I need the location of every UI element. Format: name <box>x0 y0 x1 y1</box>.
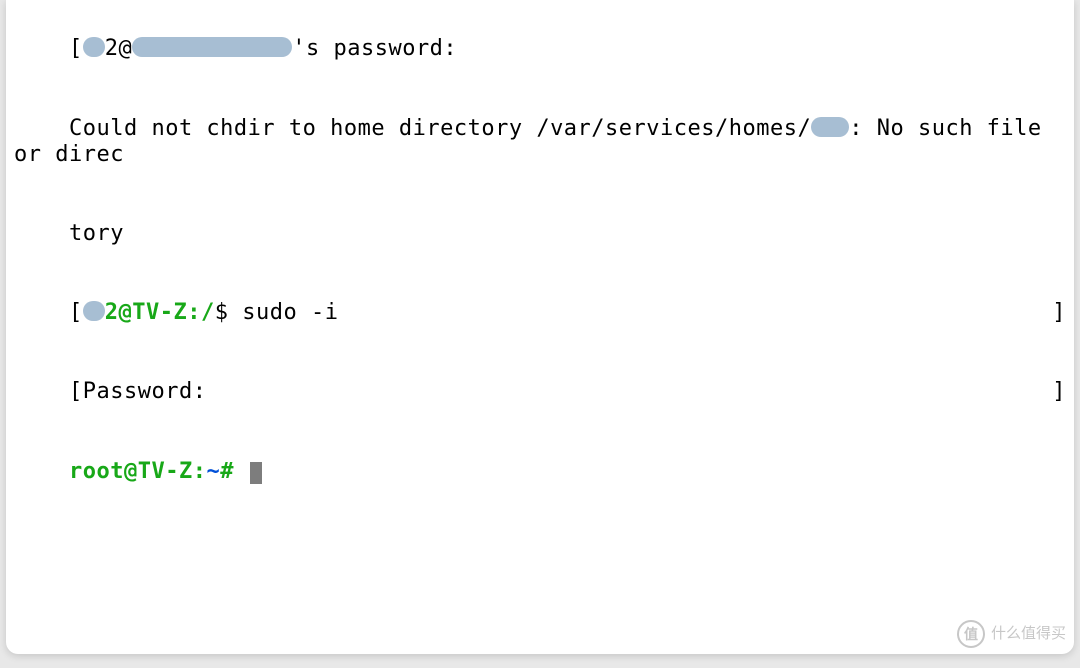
bracket-right: ] <box>1052 300 1066 326</box>
watermark-text: 什么值得买 <box>991 625 1066 643</box>
terminal-line-4: [2@TV-Z:/$ sudo -i] <box>14 274 1066 353</box>
prompt-dollar: $ <box>215 300 243 325</box>
redacted-text <box>83 301 105 321</box>
prompt-hash: # <box>220 459 248 484</box>
bracket-left: [ <box>69 379 83 404</box>
terminal-line-3: tory <box>14 195 1066 274</box>
prompt-colon: : <box>193 459 207 484</box>
bracket-left: [ <box>69 36 83 61</box>
terminal-line-2: Could not chdir to home directory /var/s… <box>14 89 1066 195</box>
command-text: sudo -i <box>242 300 338 325</box>
redacted-text <box>132 37 292 57</box>
prompt-path: :/ <box>187 300 215 325</box>
prompt-tilde: ~ <box>206 459 220 484</box>
cursor-block <box>250 462 262 484</box>
terminal-line-1: [2@ 's password: <box>14 10 1066 89</box>
bracket-right: ] <box>1052 379 1066 405</box>
terminal-window[interactable]: [2@ 's password: Could not chdir to home … <box>6 0 1074 654</box>
watermark: 值 什么值得买 <box>957 620 1066 648</box>
prompt-root-host: root@TV-Z <box>69 459 193 484</box>
line1-suffix: 's password: <box>292 36 457 61</box>
terminal-line-6: root@TV-Z:~# <box>14 432 1066 511</box>
prompt-user-host: 2@TV-Z <box>105 300 187 325</box>
terminal-line-5: [Password:] <box>14 353 1066 432</box>
redacted-text <box>811 117 849 137</box>
line2-text: Could not chdir to home directory /var/s… <box>69 116 811 141</box>
line3-text: tory <box>69 221 124 246</box>
bracket-left: [ <box>69 300 83 325</box>
redacted-text <box>83 37 105 57</box>
password-prompt: Password: <box>83 379 207 404</box>
line1-mid: 2@ <box>105 36 133 61</box>
watermark-icon: 值 <box>957 620 985 648</box>
